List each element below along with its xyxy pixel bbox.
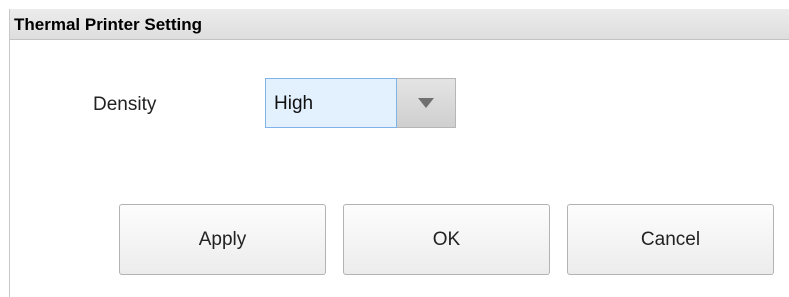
density-select-value[interactable]: High <box>265 78 397 128</box>
apply-button[interactable]: Apply <box>119 204 326 275</box>
panel-title: Thermal Printer Setting <box>14 15 202 34</box>
thermal-printer-setting-panel: Thermal Printer Setting Density High App… <box>9 9 789 297</box>
density-dropdown-button[interactable] <box>397 78 456 128</box>
cancel-button[interactable]: Cancel <box>567 204 774 275</box>
title-bar: Thermal Printer Setting <box>10 9 789 40</box>
chevron-down-icon <box>418 98 434 108</box>
ok-button[interactable]: OK <box>343 204 550 275</box>
density-label: Density <box>93 94 157 115</box>
density-select[interactable]: High <box>265 78 456 128</box>
